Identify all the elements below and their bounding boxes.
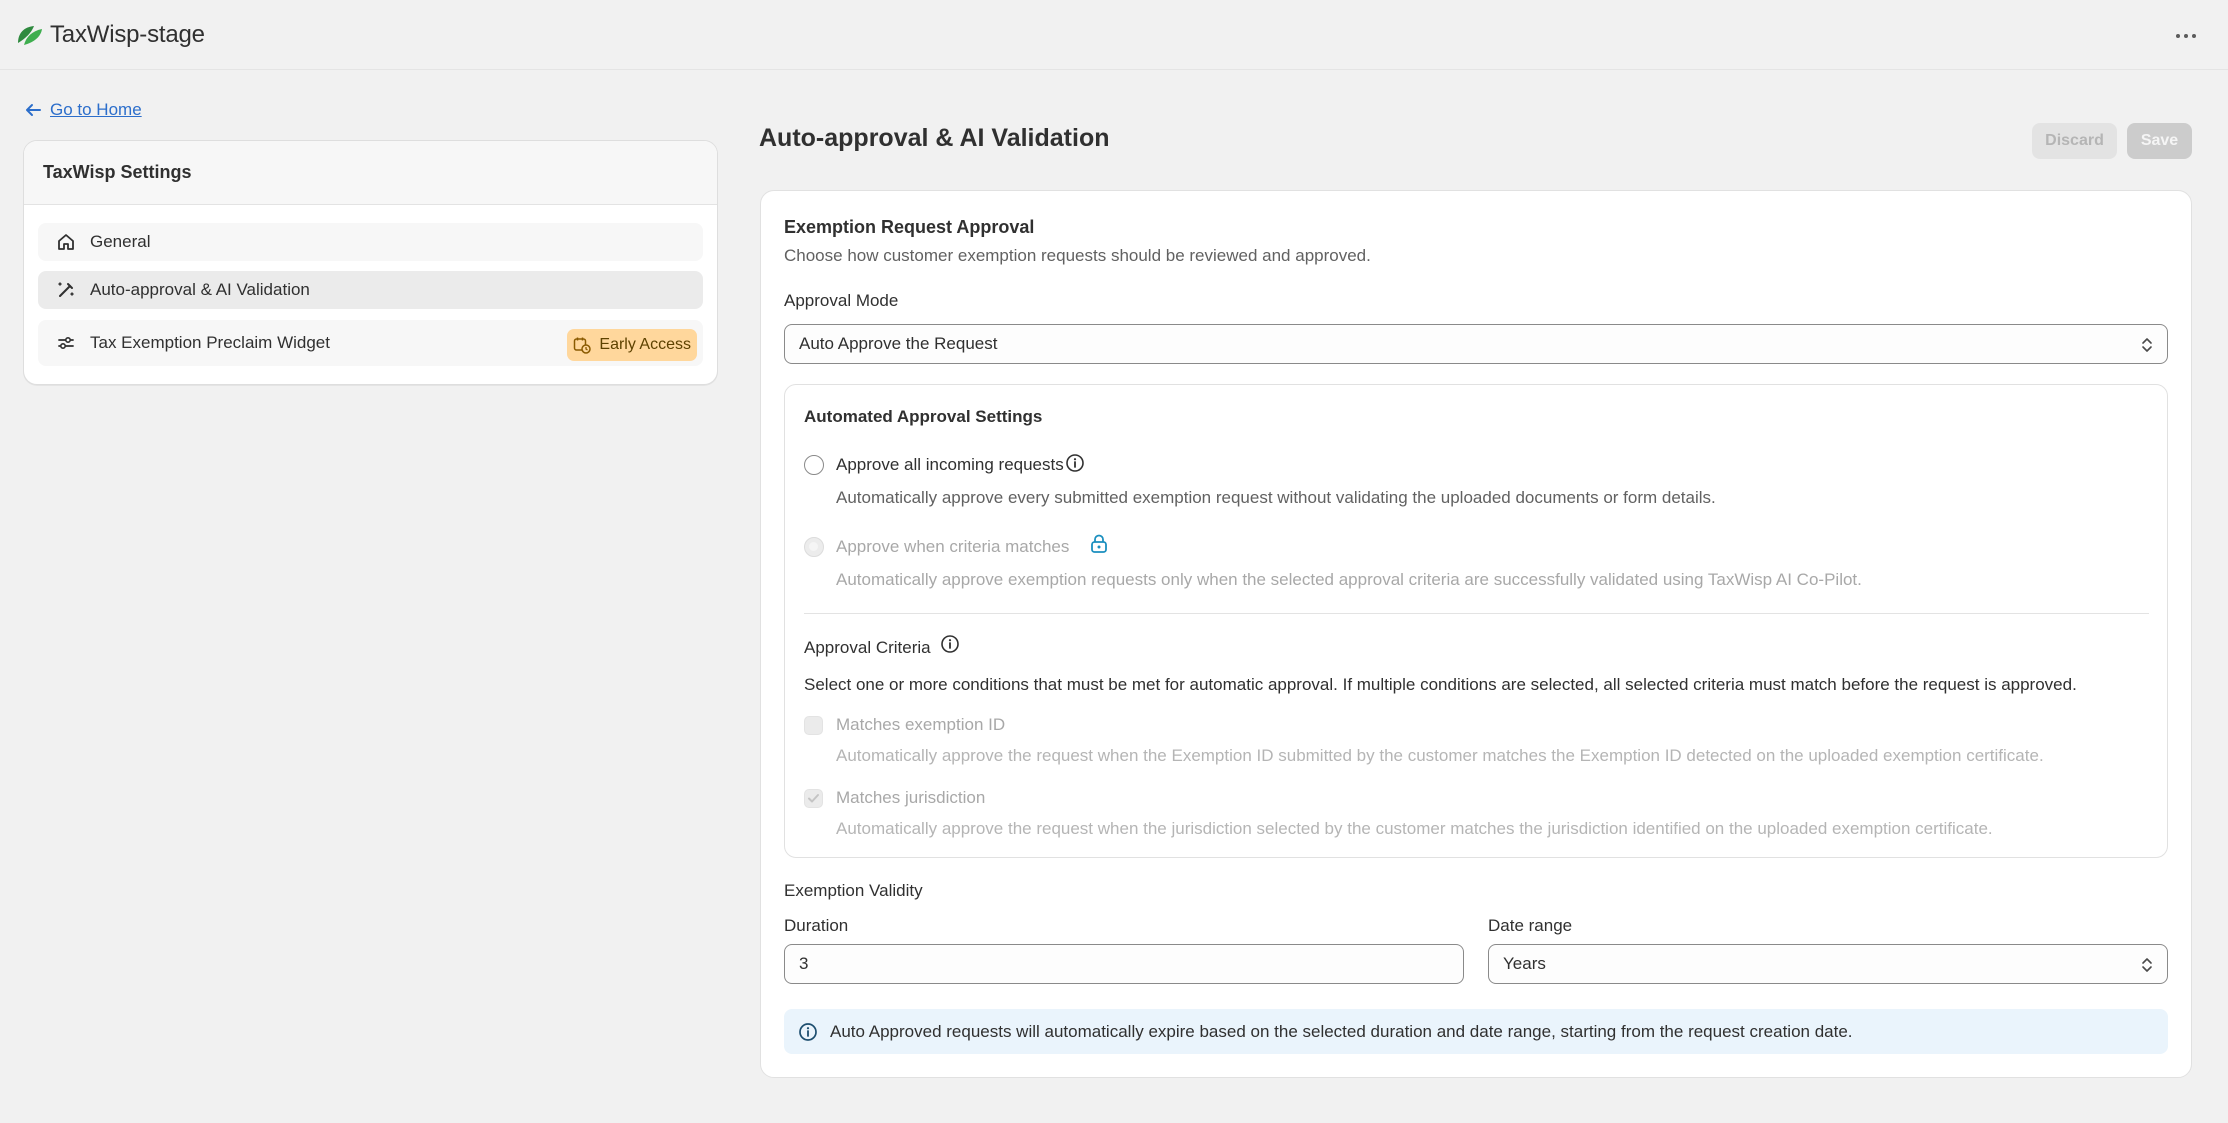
- calendar-clock-icon: [574, 337, 592, 354]
- early-access-label: Early Access: [599, 336, 691, 353]
- sidebar-item-label: General: [90, 232, 151, 251]
- automated-approval-box: Automated Approval Settings Approve all …: [784, 384, 2168, 858]
- matches-jurisdiction-checkbox[interactable]: [804, 789, 823, 808]
- exemption-validity-title: Exemption Validity: [784, 881, 923, 900]
- approval-mode-value: Auto Approve the Request: [799, 334, 998, 353]
- ellipsis-icon: [2176, 34, 2196, 38]
- top-bar: TaxWisp-stage: [0, 0, 2228, 70]
- matches-exemption-id-help: Automatically approve the request when t…: [836, 746, 2044, 765]
- approval-criteria-description: Select one or more conditions that must …: [804, 675, 2077, 694]
- approve-all-radio[interactable]: [804, 455, 824, 475]
- date-range-label: Date range: [1488, 916, 1573, 935]
- checkmark-icon: [808, 794, 819, 803]
- sidebar-title: TaxWisp Settings: [24, 141, 717, 205]
- approval-mode-select[interactable]: Auto Approve the Request: [784, 324, 2168, 364]
- app-title: TaxWisp-stage: [50, 20, 205, 48]
- matches-jurisdiction-label: Matches jurisdiction: [836, 788, 986, 807]
- sidebar-item-preclaim-widget[interactable]: Tax Exemption Preclaim Widget Early Acce…: [38, 320, 703, 366]
- early-access-badge: Early Access: [567, 329, 697, 361]
- info-icon[interactable]: [940, 634, 960, 654]
- approval-settings-card: Exemption Request Approval Choose how cu…: [760, 190, 2192, 1078]
- more-actions-button[interactable]: [2172, 22, 2200, 50]
- matches-exemption-id-label: Matches exemption ID: [836, 715, 1006, 734]
- duration-input[interactable]: 3: [784, 944, 1464, 984]
- sidebar-item-label: Tax Exemption Preclaim Widget: [90, 333, 330, 352]
- sidebar-item-label: Auto-approval & AI Validation: [90, 280, 310, 299]
- approve-criteria-radio[interactable]: [804, 537, 824, 557]
- sliders-icon: [56, 333, 76, 353]
- approval-mode-label: Approval Mode: [784, 291, 899, 310]
- automated-settings-title: Automated Approval Settings: [804, 407, 1043, 426]
- settings-sidebar: TaxWisp Settings General Auto-approval &…: [23, 140, 718, 385]
- expiry-info-banner: Auto Approved requests will automaticall…: [784, 1009, 2168, 1054]
- expiry-info-text: Auto Approved requests will automaticall…: [830, 1021, 1853, 1041]
- matches-exemption-id-checkbox[interactable]: [804, 716, 823, 735]
- magic-wand-icon: [56, 280, 76, 300]
- sidebar-item-auto-approval[interactable]: Auto-approval & AI Validation: [38, 271, 703, 309]
- duration-label: Duration: [784, 916, 849, 935]
- date-range-value: Years: [1503, 954, 1546, 973]
- approve-all-help: Automatically approve every submitted ex…: [836, 488, 1716, 507]
- info-circle-icon: [799, 1022, 817, 1041]
- leaf-logo-icon: [18, 25, 42, 45]
- matches-jurisdiction-help: Automatically approve the request when t…: [836, 819, 1993, 838]
- approve-criteria-help: Automatically approve exemption requests…: [836, 570, 1862, 589]
- lock-icon[interactable]: [1090, 534, 1108, 554]
- info-icon[interactable]: [1065, 453, 1085, 473]
- section-divider: [804, 613, 2149, 614]
- save-button[interactable]: Save: [2127, 123, 2192, 159]
- home-icon: [56, 232, 76, 252]
- arrow-left-icon: [26, 104, 41, 116]
- approval-section-title: Exemption Request Approval: [784, 217, 1035, 237]
- page-title: Auto-approval & AI Validation: [759, 124, 1110, 152]
- discard-button[interactable]: Discard: [2032, 123, 2117, 159]
- go-to-home-link[interactable]: Go to Home: [24, 100, 142, 120]
- duration-value: 3: [799, 954, 809, 973]
- go-to-home-label: Go to Home: [50, 100, 142, 119]
- approval-criteria-title: Approval Criteria: [804, 638, 931, 657]
- sidebar-item-general[interactable]: General: [38, 223, 703, 261]
- approval-section-subtitle: Choose how customer exemption requests s…: [784, 246, 1371, 265]
- date-range-select[interactable]: Years: [1488, 944, 2168, 984]
- approve-criteria-label: Approve when criteria matches: [836, 537, 1070, 556]
- select-chevron-icon: [2142, 958, 2152, 972]
- select-chevron-icon: [2142, 338, 2152, 352]
- approve-all-label: Approve all incoming requests: [836, 455, 1064, 474]
